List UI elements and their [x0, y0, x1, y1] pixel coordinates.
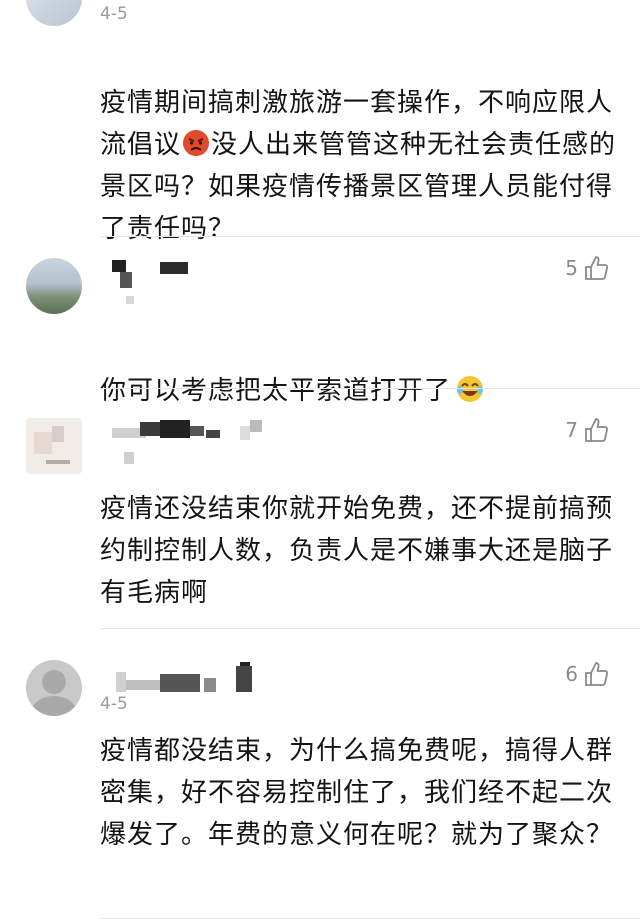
- comment-2: 5 你可以考虑把太平索道打开了: [0, 240, 640, 406]
- comment-3: 7 疫情还没结束你就开始免费，还不提前搞预约制控制人数，负责人是不嫌事大还是脑子…: [0, 390, 640, 630]
- comment-date: 4-5: [100, 4, 128, 24]
- comment-4: 6 4-5 疫情都没结束，为什么搞免费呢，搞得人群密集，好不容易控制住了，我们经…: [0, 630, 640, 923]
- thumbs-up-icon: [585, 662, 608, 686]
- comment-text: 疫情都没结束，为什么搞免费呢，搞得人群密集，好不容易控制住了，我们经不起二次爆发…: [100, 736, 614, 850]
- like-count: 6: [565, 662, 578, 686]
- like-count: 7: [565, 418, 578, 442]
- angry-face-emoji: [183, 128, 212, 156]
- divider: [100, 236, 640, 237]
- thumbs-up-icon: [585, 256, 608, 280]
- avatar[interactable]: [26, 660, 82, 716]
- avatar[interactable]: [26, 0, 82, 26]
- like-button[interactable]: 7: [565, 416, 610, 444]
- like-count: 5: [565, 256, 578, 280]
- avatar[interactable]: [26, 418, 82, 474]
- divider: [100, 918, 640, 919]
- divider: [100, 388, 640, 389]
- like-button[interactable]: 6: [565, 660, 610, 688]
- thumbs-up-icon: [585, 418, 608, 442]
- comment-text: 疫情期间搞刺激旅游一套操作，不响应限人流倡议 没人出来管管这种无社会责任感的景区…: [100, 40, 620, 250]
- comment-text: 疫情还没结束你就开始免费，还不提前搞预约制控制人数，负责人是不嫌事大还是脑子有毛…: [100, 494, 614, 608]
- divider: [100, 628, 640, 629]
- avatar[interactable]: [26, 258, 82, 314]
- comment-date: 4-5: [100, 694, 128, 714]
- like-button[interactable]: 5: [565, 254, 610, 282]
- comment-1: 4-5 疫情期间搞刺激旅游一套操作，不响应限人流倡议 没人出来管管这种无社会责任…: [0, 0, 640, 244]
